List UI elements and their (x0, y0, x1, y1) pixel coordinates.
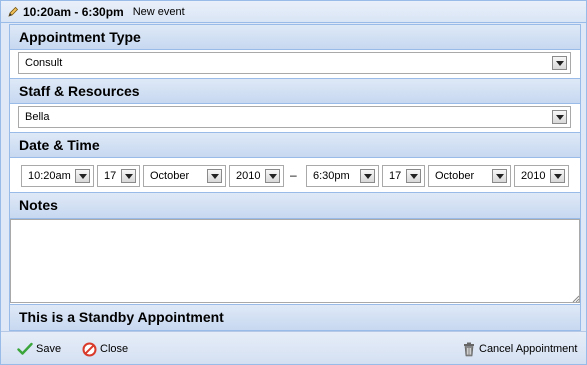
staff-resources-heading: Staff & Resources (9, 78, 581, 104)
pencil-icon (7, 6, 19, 18)
start-day-value: 17 (104, 170, 117, 182)
notes-heading: Notes (9, 192, 581, 219)
close-label: Close (100, 343, 129, 355)
event-time-range: 10:20am - 6:30pm (23, 4, 124, 19)
start-time-select[interactable]: 10:20am (21, 165, 94, 187)
chevron-down-icon[interactable] (75, 169, 90, 183)
end-day-select[interactable]: 17 (382, 165, 425, 187)
chevron-down-icon[interactable] (492, 169, 507, 183)
no-entry-icon (82, 342, 97, 356)
title-bar: 10:20am - 6:30pm New event (1, 1, 586, 23)
save-button[interactable]: Save (17, 340, 61, 358)
start-month-value: October (150, 170, 190, 182)
checkmark-icon (17, 342, 33, 355)
start-day-select[interactable]: 17 (97, 165, 140, 187)
start-year-value: 2010 (236, 170, 261, 182)
chevron-down-icon[interactable] (265, 169, 280, 183)
chevron-down-icon[interactable] (207, 169, 222, 183)
end-time-value: 6:30pm (313, 170, 350, 182)
trash-icon (464, 342, 474, 356)
end-month-select[interactable]: October (428, 165, 511, 187)
date-time-heading: Date & Time (9, 132, 581, 158)
start-month-select[interactable]: October (143, 165, 226, 187)
cancel-appointment-label: Cancel Appointment (479, 343, 578, 355)
standby-heading[interactable]: This is a Standby Appointment (9, 304, 581, 331)
date-range-separator: – (290, 168, 297, 182)
end-year-value: 2010 (521, 170, 546, 182)
event-label: New event (132, 5, 185, 18)
close-button[interactable]: Close (82, 340, 128, 358)
cancel-appointment-button[interactable]: Cancel Appointment (462, 340, 577, 358)
start-time-value: 10:20am (28, 170, 71, 182)
staff-value: Bella (25, 111, 50, 123)
save-label: Save (36, 343, 62, 355)
appointment-type-heading: Appointment Type (9, 24, 581, 50)
notes-textarea[interactable] (10, 219, 580, 303)
chevron-down-icon[interactable] (552, 110, 567, 124)
end-day-value: 17 (389, 170, 402, 182)
appointment-type-value: Consult (25, 57, 63, 69)
resize-grip-icon[interactable] (572, 294, 580, 303)
chevron-down-icon[interactable] (360, 169, 375, 183)
end-time-select[interactable]: 6:30pm (306, 165, 379, 187)
chevron-down-icon[interactable] (550, 169, 565, 183)
chevron-down-icon[interactable] (121, 169, 136, 183)
end-month-value: October (435, 170, 475, 182)
staff-select[interactable]: Bella (18, 106, 571, 128)
chevron-down-icon[interactable] (552, 56, 567, 70)
chevron-down-icon[interactable] (406, 169, 421, 183)
start-year-select[interactable]: 2010 (229, 165, 284, 187)
event-dialog: 10:20am - 6:30pm New event Appointment T… (0, 0, 587, 365)
appointment-type-select[interactable]: Consult (18, 52, 571, 74)
dialog-footer: Save Close Cancel Appointment (1, 331, 586, 364)
end-year-select[interactable]: 2010 (514, 165, 569, 187)
